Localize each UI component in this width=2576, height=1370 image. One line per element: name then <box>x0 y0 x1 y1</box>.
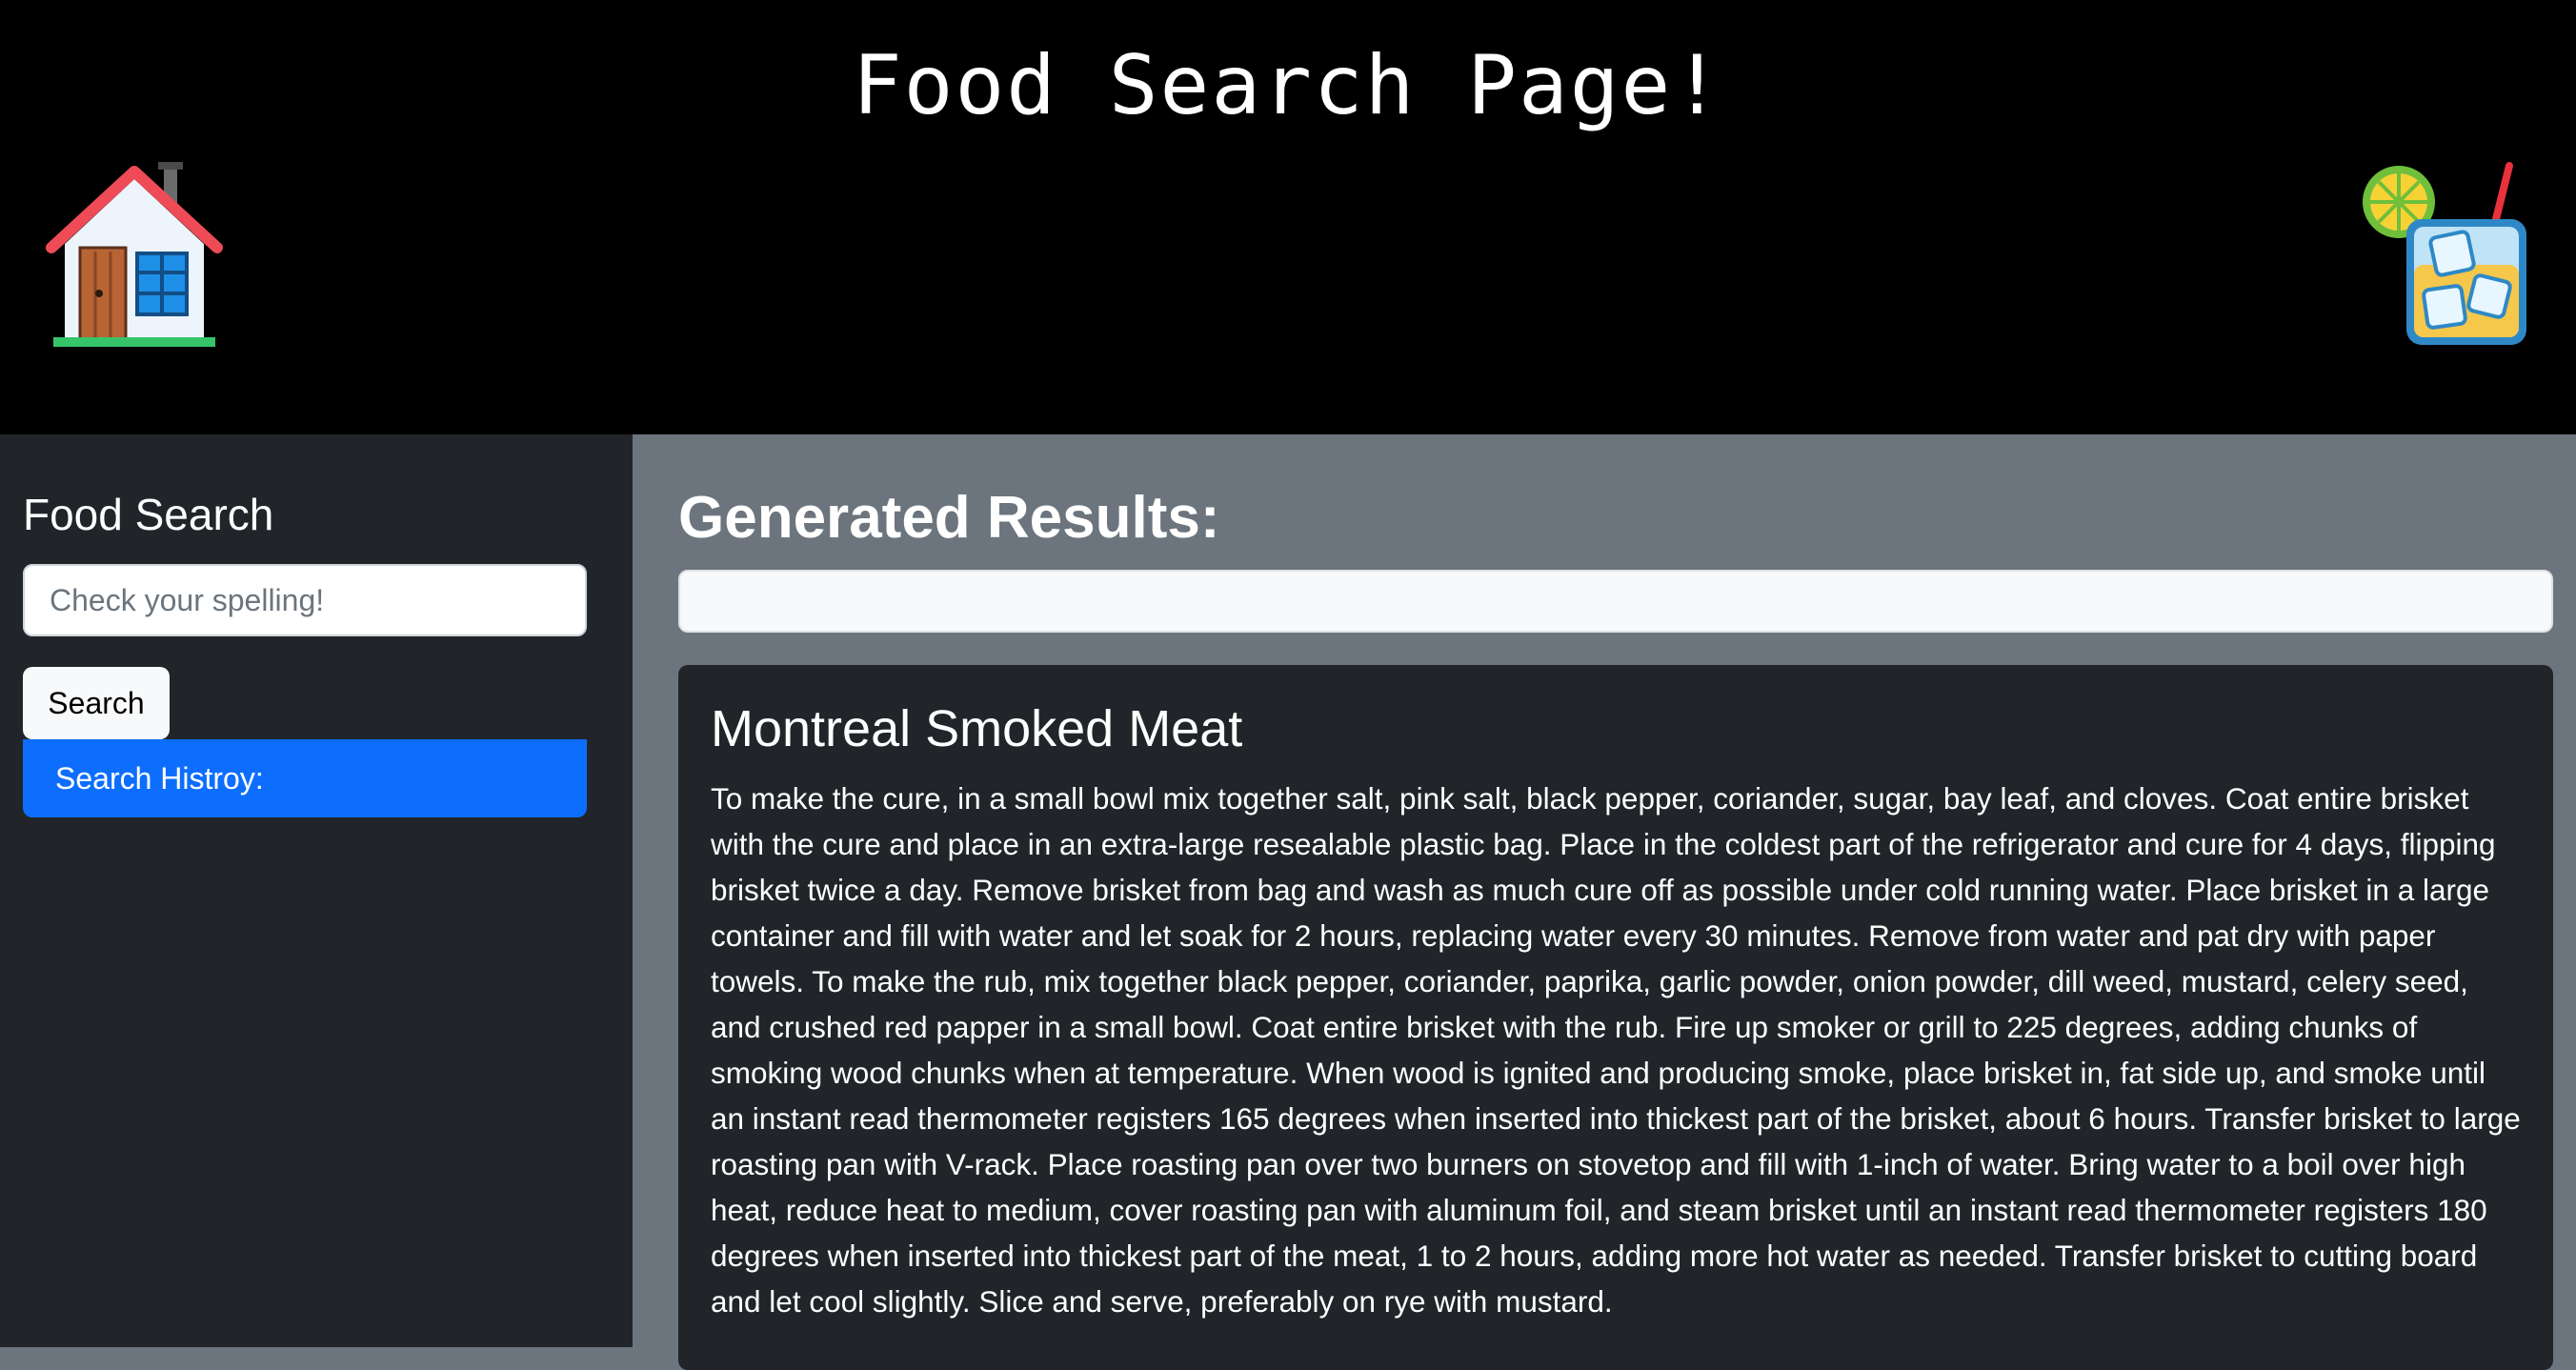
results-title: Generated Results: <box>678 485 1220 551</box>
house-icon <box>44 160 225 351</box>
page-header: Food Search Page! <box>0 0 2576 434</box>
result-card: Montreal Smoked Meat To make the cure, i… <box>678 665 2553 1370</box>
food-search-title: Food Search <box>23 490 274 539</box>
recipe-title: Montreal Smoked Meat <box>711 700 1243 757</box>
page-title: Food Search Page! <box>852 38 1724 133</box>
cocktail-drink-icon <box>2357 160 2547 351</box>
food-search-input[interactable] <box>23 564 587 636</box>
drinks-link[interactable] <box>2357 160 2547 351</box>
search-history-header: Search Histroy: <box>23 739 587 817</box>
results-bar <box>678 570 2553 633</box>
recipe-instructions: To make the cure, in a small bowl mix to… <box>711 781 2521 1319</box>
home-link[interactable] <box>44 160 225 351</box>
search-button[interactable]: Search <box>23 667 170 739</box>
